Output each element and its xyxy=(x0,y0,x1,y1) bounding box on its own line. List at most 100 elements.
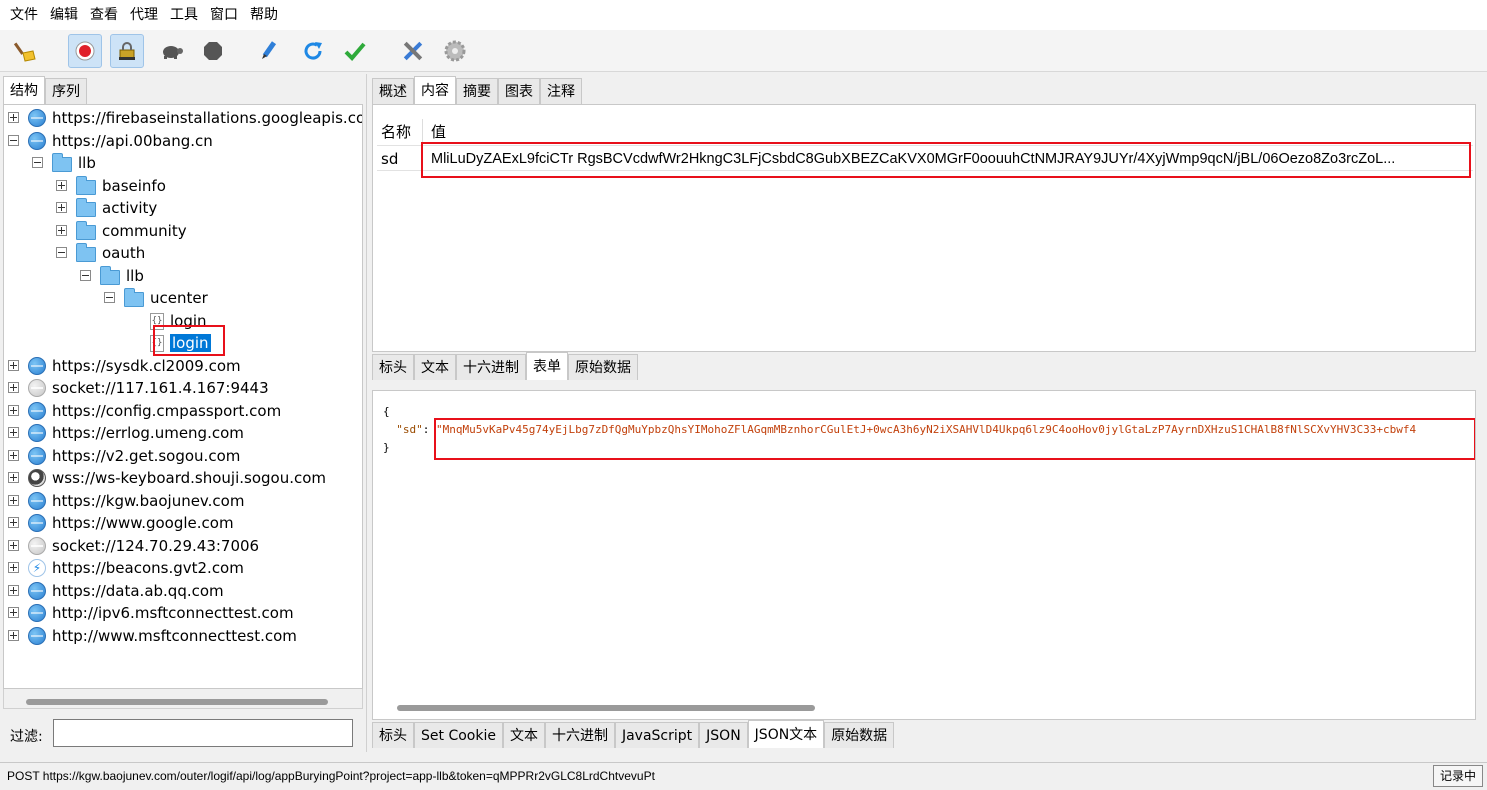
menu-help[interactable]: 帮助 xyxy=(244,0,284,30)
refresh-icon[interactable] xyxy=(296,34,330,68)
tab-request-form[interactable]: 表单 xyxy=(526,352,568,380)
tab-response-headers[interactable]: 标头 xyxy=(372,722,414,748)
collapse-icon[interactable] xyxy=(104,292,115,303)
tree-node-host[interactable]: https://www.google.com xyxy=(8,512,234,534)
menu-view[interactable]: 查看 xyxy=(84,0,124,30)
menu-proxy[interactable]: 代理 xyxy=(124,0,164,30)
tab-structure[interactable]: 结构 xyxy=(3,76,45,104)
folder-icon xyxy=(52,152,72,172)
highlight-box xyxy=(153,325,225,356)
tab-sequence[interactable]: 序列 xyxy=(45,78,87,104)
tree-horizontal-scrollbar[interactable] xyxy=(3,689,363,709)
broom-icon[interactable] xyxy=(8,34,42,68)
collapse-icon[interactable] xyxy=(80,270,91,281)
expand-icon[interactable] xyxy=(8,630,19,641)
tree-node-folder[interactable]: oauth xyxy=(56,242,145,264)
collapse-icon[interactable] xyxy=(8,135,19,146)
tree-node-host[interactable]: https://sysdk.cl2009.com xyxy=(8,355,241,377)
tree-node-folder[interactable]: activity xyxy=(56,197,157,219)
pen-icon[interactable] xyxy=(252,34,286,68)
expand-icon[interactable] xyxy=(8,112,19,123)
recording-indicator[interactable]: 记录中 xyxy=(1432,765,1483,787)
tree-node-folder[interactable]: llb xyxy=(32,152,96,174)
tab-request-headers[interactable]: 标头 xyxy=(372,354,414,380)
expand-icon[interactable] xyxy=(8,360,19,371)
tree-node-host[interactable]: https://kgw.baojunev.com xyxy=(8,490,244,512)
tree-node-host[interactable]: wss://ws-keyboard.shouji.sogou.com xyxy=(8,467,326,489)
menu-tools[interactable]: 工具 xyxy=(164,0,204,30)
turtle-icon[interactable] xyxy=(154,34,188,68)
tab-response-raw[interactable]: 原始数据 xyxy=(824,722,895,748)
tab-response-text[interactable]: 文本 xyxy=(502,722,545,748)
filter-input[interactable] xyxy=(53,719,353,747)
expand-icon[interactable] xyxy=(8,495,19,506)
globe-icon xyxy=(28,447,46,465)
highlight-box xyxy=(434,418,1475,460)
folder-icon xyxy=(76,175,96,195)
menu-window[interactable]: 窗口 xyxy=(204,0,244,30)
tab-chart[interactable]: 图表 xyxy=(498,78,540,104)
tree-node-folder[interactable]: baseinfo xyxy=(56,175,166,197)
tree-node-host[interactable]: socket://124.70.29.43:7006 xyxy=(8,535,259,557)
tree-node-host[interactable]: http://www.msftconnecttest.com xyxy=(8,625,297,647)
tab-response-javascript[interactable]: JavaScript xyxy=(614,722,700,748)
panel-splitter[interactable] xyxy=(366,74,370,752)
tree-node-host[interactable]: http://ipv6.msftconnecttest.com xyxy=(8,602,294,624)
expand-icon[interactable] xyxy=(8,405,19,416)
tree-node-host[interactable]: https://config.cmpassport.com xyxy=(8,400,281,422)
menu-file[interactable]: 文件 xyxy=(4,0,44,30)
tab-notes[interactable]: 注释 xyxy=(540,78,582,104)
tree-node-host[interactable]: ⚡ https://beacons.gvt2.com xyxy=(8,557,244,579)
tab-response-json-text[interactable]: JSON文本 xyxy=(747,720,825,748)
stop-icon[interactable] xyxy=(196,34,230,68)
tools-icon[interactable] xyxy=(396,34,430,68)
expand-icon[interactable] xyxy=(56,180,67,191)
tab-request-raw[interactable]: 原始数据 xyxy=(568,354,638,380)
expand-icon[interactable] xyxy=(8,585,19,596)
socket-icon xyxy=(28,379,46,397)
menu-edit[interactable]: 编辑 xyxy=(44,0,84,30)
lightning-icon: ⚡ xyxy=(28,559,46,577)
scrollbar-thumb[interactable] xyxy=(397,705,815,711)
highlight-box xyxy=(421,142,1471,178)
tab-contents[interactable]: 内容 xyxy=(414,76,456,104)
expand-icon[interactable] xyxy=(8,562,19,573)
expand-icon[interactable] xyxy=(8,517,19,528)
tree-node-host[interactable]: https://data.ab.qq.com xyxy=(8,580,224,602)
tree-node-host[interactable]: https://errlog.umeng.com xyxy=(8,422,244,444)
expand-icon[interactable] xyxy=(56,225,67,236)
collapse-icon[interactable] xyxy=(32,157,43,168)
record-icon[interactable] xyxy=(68,34,102,68)
gear-icon[interactable] xyxy=(438,34,472,68)
tab-request-text[interactable]: 文本 xyxy=(414,354,456,380)
tree-node-folder[interactable]: ucenter xyxy=(104,287,208,309)
tab-response-hex[interactable]: 十六进制 xyxy=(544,722,615,748)
expand-icon[interactable] xyxy=(8,607,19,618)
expand-icon[interactable] xyxy=(56,202,67,213)
tab-response-json[interactable]: JSON xyxy=(699,722,748,748)
globe-icon xyxy=(28,109,46,127)
tab-overview[interactable]: 概述 xyxy=(372,78,414,104)
globe-icon xyxy=(28,424,46,442)
tab-request-hex[interactable]: 十六进制 xyxy=(456,354,526,380)
expand-icon[interactable] xyxy=(8,450,19,461)
expand-icon[interactable] xyxy=(8,427,19,438)
response-json-pane: { "sd": "MnqMu5vKaPv45g74yEjLbg7zDfQgMuY… xyxy=(372,390,1476,720)
menu-bar: 文件 编辑 查看 代理 工具 窗口 帮助 xyxy=(0,0,1487,30)
tree-node-host[interactable]: https://api.00bang.cn xyxy=(8,130,213,152)
tab-summary[interactable]: 摘要 xyxy=(456,78,498,104)
tab-response-set-cookie[interactable]: Set Cookie xyxy=(414,722,503,748)
expand-icon[interactable] xyxy=(8,472,19,483)
tree-node-host[interactable]: https://v2.get.sogou.com xyxy=(8,445,240,467)
tree-node-folder[interactable]: llb xyxy=(80,265,144,287)
response-horizontal-scrollbar[interactable] xyxy=(373,701,1475,719)
scrollbar-thumb[interactable] xyxy=(26,699,328,705)
ssl-lock-icon[interactable] xyxy=(110,34,144,68)
check-icon[interactable] xyxy=(338,34,372,68)
tree-node-host[interactable]: https://firebaseinstallations.googleapis… xyxy=(8,107,362,129)
tree-node-host[interactable]: socket://117.161.4.167:9443 xyxy=(8,377,269,399)
expand-icon[interactable] xyxy=(8,540,19,551)
expand-icon[interactable] xyxy=(8,382,19,393)
tree-node-folder[interactable]: community xyxy=(56,220,187,242)
collapse-icon[interactable] xyxy=(56,247,67,258)
